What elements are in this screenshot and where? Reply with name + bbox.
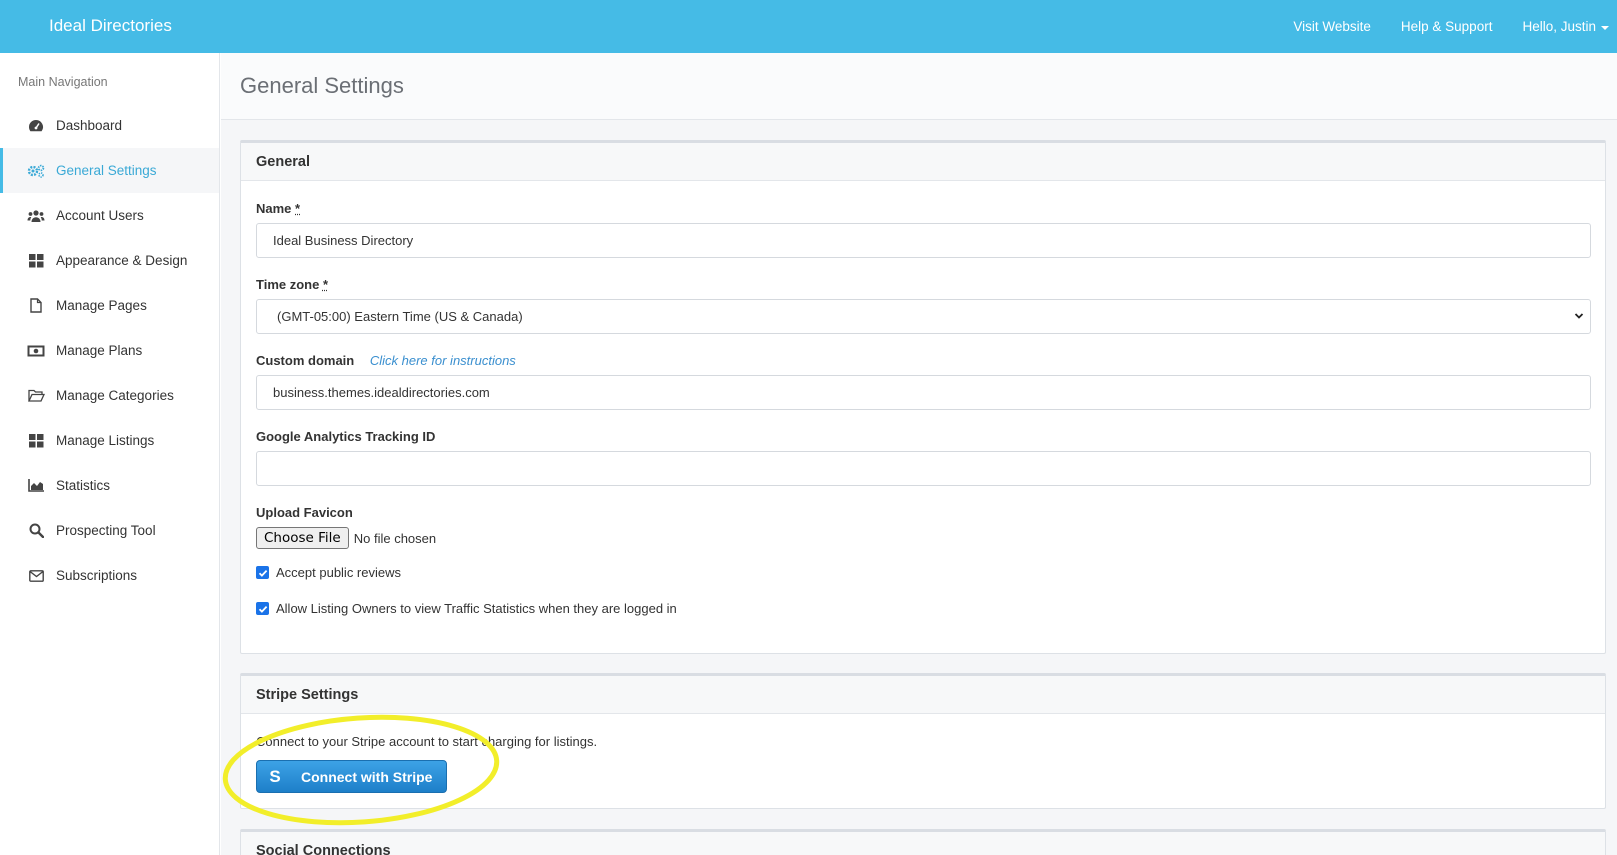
sidebar-item-dashboard[interactable]: Dashboard bbox=[0, 103, 219, 148]
general-card-heading: General bbox=[241, 143, 1605, 181]
timezone-select[interactable]: (GMT-05:00) Eastern Time (US & Canada) bbox=[256, 299, 1591, 334]
top-bar: Ideal Directories Visit Website Help & S… bbox=[0, 0, 1617, 53]
upload-favicon-label: Upload Favicon bbox=[256, 505, 353, 520]
allow-stats-label: Allow Listing Owners to view Traffic Sta… bbox=[276, 601, 677, 616]
chart-area-icon bbox=[26, 478, 46, 494]
checkmark-icon bbox=[258, 605, 267, 613]
file-icon bbox=[26, 298, 46, 314]
ga-tracking-input[interactable] bbox=[256, 451, 1591, 486]
name-input-value: Ideal Business Directory bbox=[273, 233, 414, 248]
allow-stats-row: Allow Listing Owners to view Traffic Sta… bbox=[256, 601, 677, 616]
sidebar-item-appearance-design[interactable]: Appearance & Design bbox=[0, 238, 219, 283]
user-menu[interactable]: Hello, Justin bbox=[1522, 19, 1609, 34]
sidebar-heading: Main Navigation bbox=[18, 75, 108, 89]
sidebar-item-account-users[interactable]: Account Users bbox=[0, 193, 219, 238]
main-content: General Settings General Name * Ideal Bu… bbox=[221, 53, 1617, 855]
sidebar-item-label: Statistics bbox=[56, 478, 111, 493]
top-nav: Visit Website Help & Support Hello, Just… bbox=[1293, 0, 1609, 53]
accept-reviews-row: Accept public reviews bbox=[256, 565, 401, 580]
required-mark: * bbox=[322, 277, 329, 292]
social-card: Social Connections bbox=[240, 829, 1606, 855]
sidebar-item-manage-plans[interactable]: Manage Plans bbox=[0, 328, 219, 373]
domain-instructions-link[interactable]: Click here for instructions bbox=[370, 353, 516, 368]
checkmark-icon bbox=[258, 569, 267, 577]
sidebar-item-manage-listings[interactable]: Manage Listings bbox=[0, 418, 219, 463]
general-card: General Name * Ideal Business Directory … bbox=[240, 140, 1606, 654]
timezone-label-text: Time zone bbox=[256, 277, 320, 292]
name-input[interactable]: Ideal Business Directory bbox=[256, 223, 1591, 258]
favicon-file-input: Choose File No file chosen bbox=[256, 527, 436, 549]
stripe-card-heading: Stripe Settings bbox=[241, 676, 1605, 714]
sidebar-item-label: Manage Pages bbox=[56, 298, 147, 313]
allow-stats-checkbox[interactable] bbox=[256, 602, 269, 615]
sidebar-item-label: Manage Listings bbox=[56, 433, 155, 448]
accept-reviews-checkbox[interactable] bbox=[256, 566, 269, 579]
sidebar-item-statistics[interactable]: Statistics bbox=[0, 463, 219, 508]
sidebar-item-label: Account Users bbox=[56, 208, 144, 223]
sidebar-item-label: General Settings bbox=[56, 163, 157, 178]
name-label-text: Name bbox=[256, 201, 292, 216]
folder-open-icon bbox=[26, 388, 46, 404]
grid-icon bbox=[26, 253, 46, 269]
chevron-down-icon bbox=[1574, 313, 1584, 319]
help-support-link[interactable]: Help & Support bbox=[1401, 19, 1493, 34]
sidebar-item-label: Appearance & Design bbox=[56, 253, 188, 268]
sidebar-item-manage-pages[interactable]: Manage Pages bbox=[0, 283, 219, 328]
name-label: Name * bbox=[256, 201, 300, 216]
stripe-logo-icon: S bbox=[269, 766, 281, 786]
connect-stripe-label: Connect with Stripe bbox=[301, 768, 433, 785]
caret-down-icon bbox=[1601, 25, 1609, 30]
cogs-icon bbox=[26, 163, 46, 179]
dashboard-gauge-icon bbox=[26, 118, 46, 134]
money-bill-icon bbox=[26, 343, 46, 359]
custom-domain-input[interactable]: business.themes.idealdirectories.com bbox=[256, 375, 1591, 410]
users-icon bbox=[26, 208, 46, 224]
accept-reviews-label: Accept public reviews bbox=[276, 565, 401, 580]
sidebar-item-label: Manage Plans bbox=[56, 343, 143, 358]
sidebar-item-label: Prospecting Tool bbox=[56, 523, 156, 538]
sidebar-nav: Dashboard General Settings Account Users… bbox=[0, 103, 219, 598]
timezone-select-value: (GMT-05:00) Eastern Time (US & Canada) bbox=[277, 309, 523, 324]
choose-file-button[interactable]: Choose File bbox=[256, 527, 349, 549]
sidebar-item-label: Manage Categories bbox=[56, 388, 174, 403]
sidebar-item-label: Subscriptions bbox=[56, 568, 138, 583]
ga-tracking-label: Google Analytics Tracking ID bbox=[256, 429, 436, 444]
visit-website-link[interactable]: Visit Website bbox=[1293, 19, 1371, 34]
sidebar-item-general-settings[interactable]: General Settings bbox=[0, 148, 219, 193]
grid-icon bbox=[26, 433, 46, 449]
brand-logo[interactable]: Ideal Directories bbox=[49, 16, 172, 36]
no-file-chosen-text: No file chosen bbox=[353, 530, 437, 546]
sidebar-item-subscriptions[interactable]: Subscriptions bbox=[0, 553, 219, 598]
stripe-card: Stripe Settings Connect to your Stripe a… bbox=[240, 673, 1606, 809]
custom-domain-input-value: business.themes.idealdirectories.com bbox=[273, 385, 490, 400]
required-mark: * bbox=[295, 201, 301, 216]
connect-stripe-button[interactable]: S Connect with Stripe bbox=[256, 760, 447, 793]
custom-domain-label-text: Custom domain bbox=[256, 353, 355, 368]
social-card-heading: Social Connections bbox=[241, 832, 1605, 855]
sidebar: Main Navigation Dashboard General Settin… bbox=[0, 53, 220, 855]
sidebar-item-manage-categories[interactable]: Manage Categories bbox=[0, 373, 219, 418]
sidebar-item-label: Dashboard bbox=[56, 118, 123, 133]
stripe-description: Connect to your Stripe account to start … bbox=[256, 734, 598, 749]
custom-domain-label: Custom domain Click here for instruction… bbox=[256, 353, 516, 368]
sidebar-item-prospecting-tool[interactable]: Prospecting Tool bbox=[0, 508, 219, 553]
user-greeting: Hello, Justin bbox=[1522, 19, 1596, 34]
envelope-icon bbox=[26, 568, 46, 584]
page-title: General Settings bbox=[240, 73, 404, 98]
search-icon bbox=[26, 523, 46, 539]
page-header: General Settings bbox=[221, 53, 1617, 120]
timezone-label: Time zone * bbox=[256, 277, 328, 292]
